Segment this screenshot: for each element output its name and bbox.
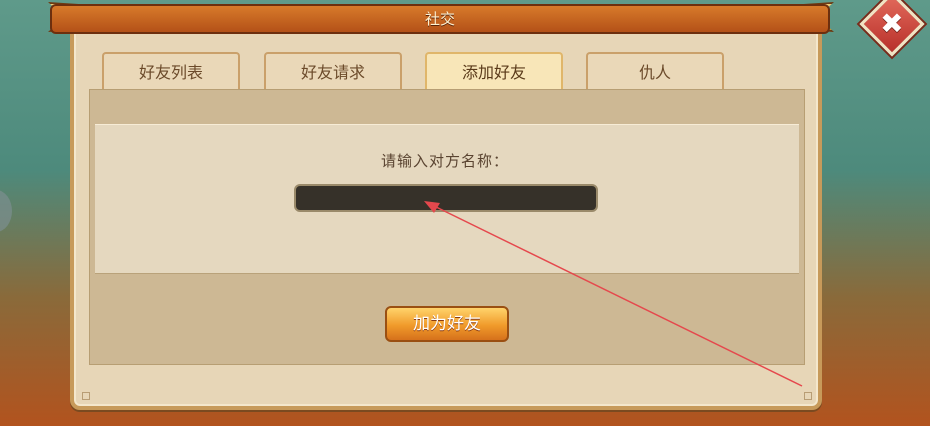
close-button[interactable]: ✖: [859, 0, 925, 57]
tab-enemies[interactable]: 仇人: [586, 52, 724, 90]
name-prompt-label: 请输入对方名称：: [380, 152, 509, 170]
close-icon[interactable]: ✖: [859, 0, 925, 57]
player-name-input[interactable]: [294, 184, 598, 212]
panel-corner-left: [82, 392, 90, 400]
tab-friend-requests[interactable]: 好友请求: [264, 52, 402, 90]
panel-corner-right: [804, 392, 812, 400]
window-title: 社交: [50, 4, 830, 34]
tab-friend-list[interactable]: 好友列表: [102, 52, 240, 90]
background-glow: [0, 190, 12, 232]
add-friend-button[interactable]: 加为好友: [385, 306, 509, 342]
tab-add-friend[interactable]: 添加好友: [425, 52, 563, 90]
